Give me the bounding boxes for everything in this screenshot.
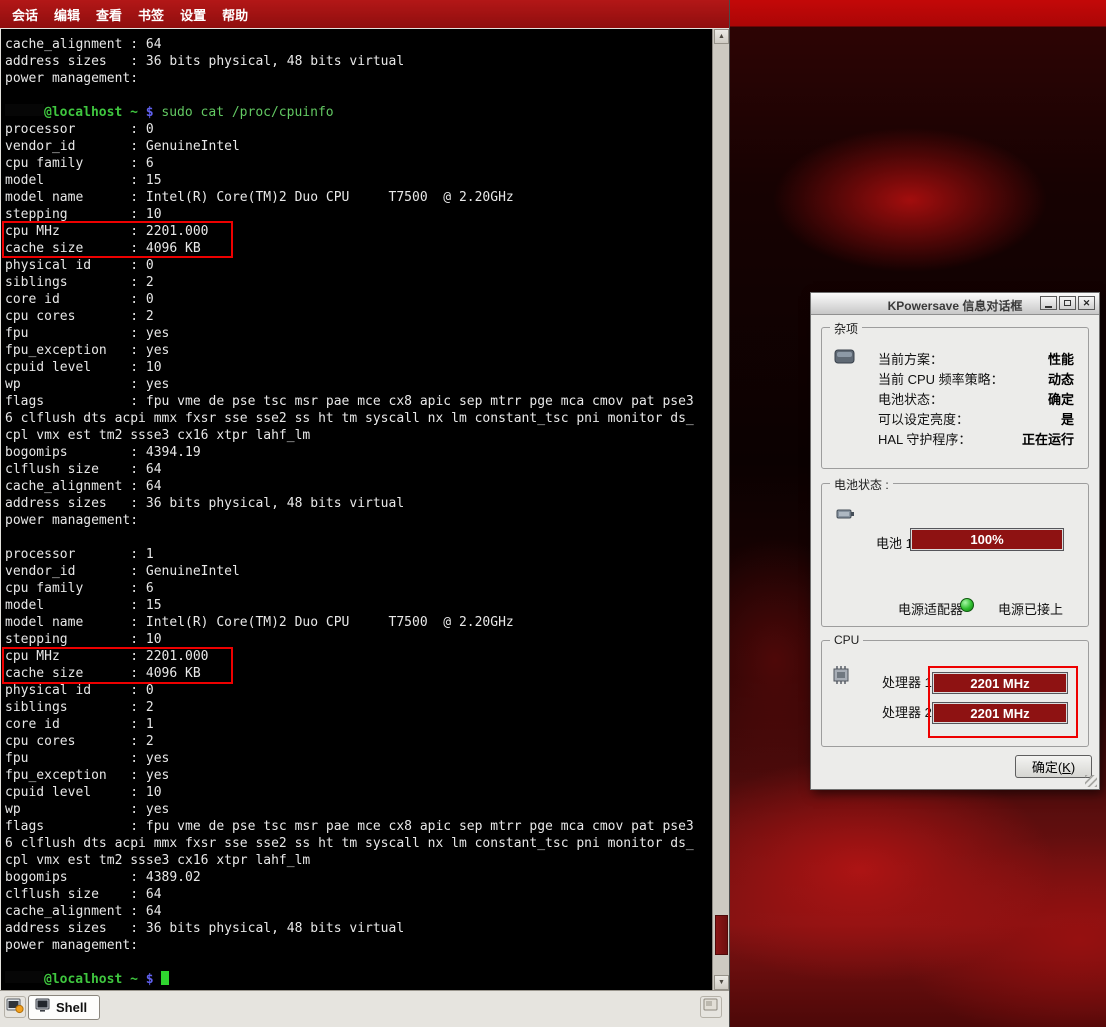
group-battery-title: 电池状态 : [830,476,893,493]
menu-edit[interactable]: 编辑 [54,5,80,24]
censored-username [5,104,44,116]
terminal-window: 会话 编辑 查看 书签 设置 帮助 cache_alignment : 64 a… [0,0,730,1027]
battery1-percent: 100% [970,532,1003,547]
group-battery: 电池状态 : 电池 1 100% 电源适配器 电源已接上 [821,483,1089,627]
battery-state-label: 电池状态： [878,389,943,408]
adapter-label: 电源适配器 [898,599,963,618]
misc-row-hal: HAL 守护程序： 正在运行 [878,428,1074,448]
scrollbar-thumb[interactable] [715,915,728,955]
menu-view[interactable]: 查看 [96,5,122,24]
battery1-label: 电池 1 [876,533,913,552]
dialog-titlebar[interactable]: KPowersave 信息对话框 ✕ [811,293,1099,315]
processor2-freq: 2201 MHz [970,706,1029,721]
terminal-cursor [161,971,169,985]
ok-button[interactable]: 确定(K) [1015,755,1092,778]
minimize-button[interactable] [1040,296,1057,310]
session-list-button[interactable] [700,996,722,1018]
cpu-policy-label: 当前 CPU 频率策略： [878,369,1004,388]
brightness-label: 可以设定亮度： [878,409,969,428]
ok-button-label: 确定(K) [1032,757,1075,776]
menu-session[interactable]: 会话 [12,5,38,24]
hal-value: 正在运行 [1022,429,1074,448]
new-session-button[interactable] [4,996,26,1018]
misc-icon [834,348,856,371]
processor2-freq-badge: 2201 MHz [932,702,1068,724]
shell-terminal-icon [35,998,51,1018]
minimize-icon [1045,306,1052,308]
group-misc: 杂项 当前方案： 性能 当前 CPU 频率策略： 动态 电池状态： 确定 可以设… [821,327,1089,469]
scroll-down-button[interactable]: ▼ [714,975,729,990]
group-cpu: CPU 处理器 1 2201 MHz 处理器 2 2201 MHz [821,640,1089,747]
group-misc-title: 杂项 [830,320,862,337]
prompt-symbol: $ [138,972,161,987]
misc-row-scheme: 当前方案： 性能 [878,348,1074,368]
battery-state-value: 确定 [1048,389,1074,408]
cpuinfo-output: processor : 0 vendor_id : GenuineIntel c… [5,121,694,954]
menu-bar: 会话 编辑 查看 书签 设置 帮助 [0,0,729,28]
cpu-icon [830,665,852,690]
prompt-host: @localhost ~ [44,972,138,987]
maximize-button[interactable] [1059,296,1076,310]
processor1-freq: 2201 MHz [970,676,1029,691]
processor2-label: 处理器 2 [882,702,932,724]
adapter-status: 电源已接上 [998,599,1063,618]
prompt-symbol: $ [138,105,161,120]
brightness-value: 是 [1061,409,1074,428]
scroll-up-button[interactable]: ▲ [714,29,729,44]
window-controls: ✕ [1040,296,1095,310]
prompt-line-2: @localhost ~ $ [5,971,169,988]
power-led [960,598,974,612]
menu-settings[interactable]: 设置 [180,5,206,24]
prompt-line-1: @localhost ~ $ sudo cat /proc/cpuinfo [5,104,334,121]
misc-row-cpu-policy: 当前 CPU 频率策略： 动态 [878,368,1074,388]
battery1-progress-bar: 100% [910,528,1064,551]
misc-row-battery-state: 电池状态： 确定 [878,388,1074,408]
group-cpu-title: CPU [830,633,863,647]
new-session-icon [6,996,24,1019]
session-list-icon [703,997,719,1018]
scheme-label: 当前方案： [878,349,943,368]
prompt-host: @localhost ~ [44,105,138,120]
censored-username [5,971,44,983]
cpu-policy-value: 动态 [1048,369,1074,388]
battery-icon [836,506,856,526]
resize-grip[interactable] [1085,775,1097,787]
terminal-scrollback-tail: cache_alignment : 64 address sizes : 36 … [5,36,404,87]
scroll-up-icon: ▲ [718,33,725,40]
close-icon: ✕ [1083,299,1091,308]
tab-shell[interactable]: Shell [28,995,100,1020]
scheme-value: 性能 [1048,349,1074,368]
hal-label: HAL 守护程序： [878,429,971,448]
menu-bookmarks[interactable]: 书签 [138,5,164,24]
command-text: sudo cat /proc/cpuinfo [161,105,333,120]
session-tab-bar: Shell [0,990,729,1027]
tab-shell-label: Shell [56,1000,87,1015]
kpowersave-dialog: KPowersave 信息对话框 ✕ 杂项 当前方案： 性能 当前 CPU 频率… [810,292,1100,790]
close-button[interactable]: ✕ [1078,296,1095,310]
misc-row-brightness: 可以设定亮度： 是 [878,408,1074,428]
scroll-down-icon: ▼ [718,979,725,986]
processor1-label: 处理器 1 [882,672,932,694]
terminal-screen[interactable]: cache_alignment : 64 address sizes : 36 … [1,29,712,990]
terminal-scrollbar[interactable]: ▲ ▼ [712,29,729,990]
maximize-icon [1064,300,1071,306]
menu-help[interactable]: 帮助 [222,5,248,24]
processor1-freq-badge: 2201 MHz [932,672,1068,694]
